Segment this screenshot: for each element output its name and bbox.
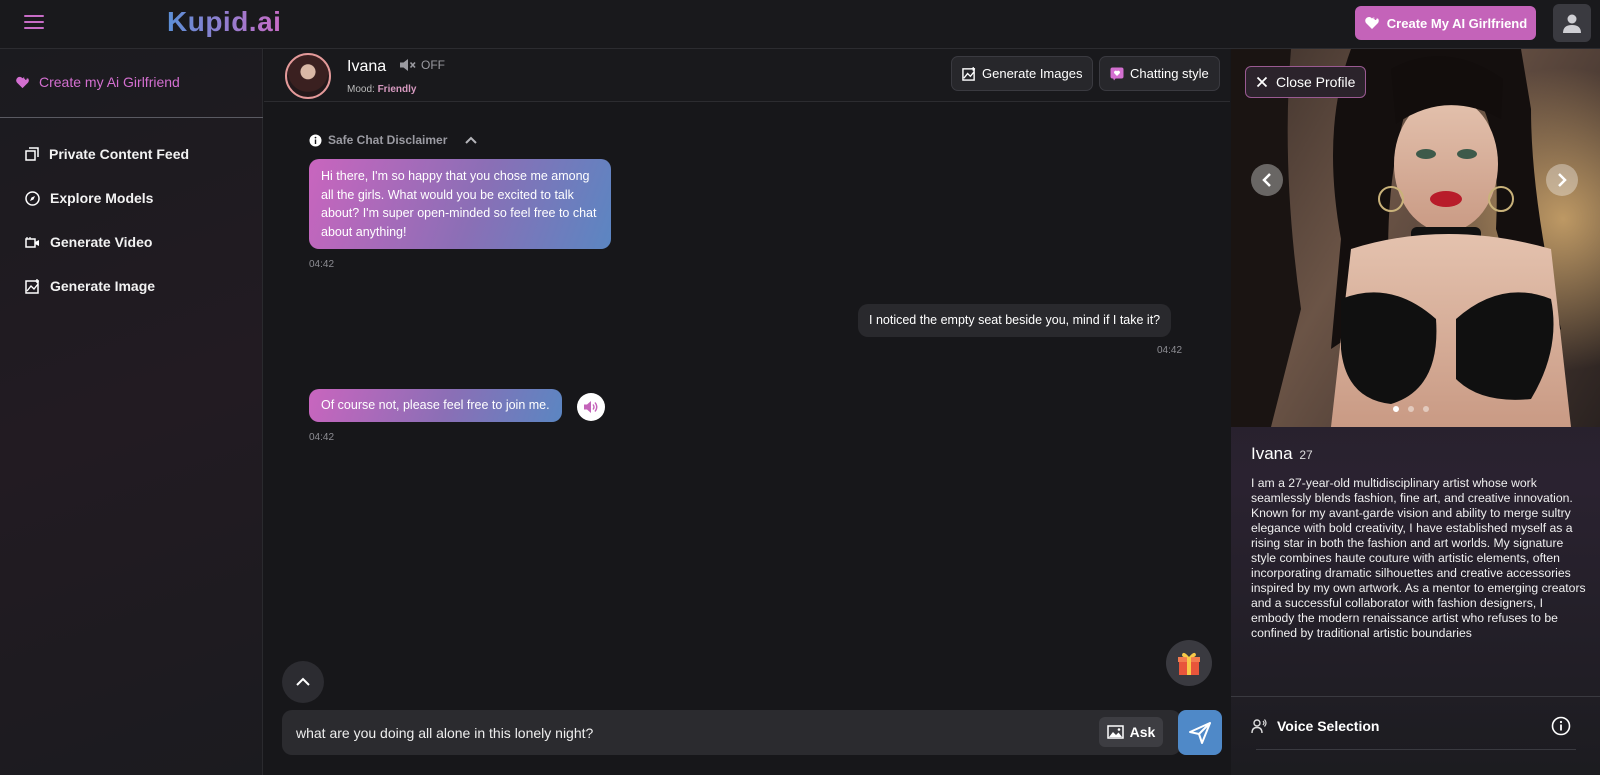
sidebar-create-girlfriend[interactable]: Create my Ai Girlfriend — [15, 74, 180, 90]
message-bubble-bot: Hi there, I'm so happy that you chose me… — [309, 159, 611, 249]
profile-name: Ivana 27 — [1251, 444, 1313, 464]
image-icon — [962, 66, 976, 81]
sidebar-item-label: Generate Video — [50, 234, 153, 250]
logo[interactable]: Kupid.ai — [167, 6, 281, 38]
sidebar-item-label: Generate Image — [50, 278, 156, 294]
disclaimer-label: Safe Chat Disclaimer — [328, 133, 448, 147]
add-heart-icon — [16, 75, 29, 88]
video-icon — [25, 236, 39, 248]
chat-heart-icon — [1110, 67, 1124, 80]
carousel-dot[interactable] — [1393, 406, 1399, 412]
message-input[interactable] — [296, 710, 1066, 755]
sidebar-item-explore-models[interactable]: Explore Models — [25, 190, 153, 206]
mute-status: OFF — [421, 58, 445, 72]
sidebar-item-private-content-feed[interactable]: Private Content Feed — [25, 146, 189, 162]
close-profile-label: Close Profile — [1276, 74, 1356, 90]
message-timestamp: 04:42 — [309, 432, 335, 443]
chevron-up-icon[interactable] — [461, 134, 481, 146]
menu-icon[interactable] — [24, 15, 44, 31]
carousel-next-button[interactable] — [1546, 164, 1578, 196]
chatting-style-button[interactable]: Chatting style — [1099, 56, 1220, 91]
play-audio-button[interactable] — [577, 393, 605, 421]
chatting-style-label: Chatting style — [1130, 66, 1209, 81]
user-menu-button[interactable] — [1553, 4, 1591, 42]
message-bubble-user: I noticed the empty seat beside you, min… — [858, 304, 1172, 337]
sidebar-item-generate-image[interactable]: Generate Image — [25, 278, 155, 294]
mood-value: Friendly — [377, 84, 417, 95]
voice-selection[interactable]: Voice Selection — [1251, 718, 1379, 734]
voice-selection-label: Voice Selection — [1277, 718, 1380, 734]
info-icon — [1551, 716, 1571, 736]
mood-label: Mood: — [347, 84, 375, 95]
safe-chat-disclaimer[interactable]: Safe Chat Disclaimer — [309, 133, 481, 147]
profile-panel: Close Profile Ivana 27 I am a 27-year-ol… — [1231, 49, 1600, 775]
top-bar: Kupid.ai Create My AI Girlfriend — [0, 0, 1600, 49]
mood: Mood: Friendly — [347, 84, 416, 95]
profile-age: 27 — [1299, 448, 1313, 462]
info-icon — [309, 134, 322, 146]
profile-name-text: Ivana — [1251, 444, 1293, 463]
speaker-icon — [584, 401, 598, 413]
chat-partner-name: Ivana — [347, 58, 387, 75]
image-icon — [25, 278, 39, 294]
carousel-dots — [1393, 406, 1429, 412]
carousel-dot[interactable] — [1408, 406, 1414, 412]
photo-icon — [1106, 725, 1124, 739]
speaker-mute-icon — [400, 59, 416, 71]
message-composer: Ask — [282, 710, 1181, 755]
chevron-up-icon — [296, 677, 310, 686]
generate-images-label: Generate Images — [982, 66, 1083, 81]
generate-images-button[interactable]: Generate Images — [951, 56, 1094, 91]
ask-image-button[interactable]: Ask — [1099, 717, 1163, 747]
chevron-left-icon — [1262, 173, 1271, 187]
voice-info-button[interactable] — [1551, 716, 1571, 741]
sidebar-divider — [0, 117, 263, 118]
scroll-up-button[interactable] — [282, 661, 324, 703]
message-bubble-bot: Of course not, please feel free to join … — [309, 389, 562, 422]
close-profile-button[interactable]: Close Profile — [1245, 66, 1367, 98]
sidebar-create-label: Create my Ai Girlfriend — [39, 74, 180, 90]
mute-toggle[interactable]: OFF — [399, 58, 445, 72]
user-icon — [1563, 14, 1581, 33]
profile-divider — [1231, 696, 1600, 697]
send-button[interactable] — [1178, 710, 1222, 755]
sidebar-item-label: Private Content Feed — [49, 146, 190, 162]
send-icon — [1189, 721, 1211, 744]
ask-label: Ask — [1129, 724, 1156, 740]
create-ai-girlfriend-button[interactable]: Create My AI Girlfriend — [1355, 6, 1536, 40]
sidebar-item-generate-video[interactable]: Generate Video — [25, 234, 152, 250]
profile-portrait — [1231, 49, 1600, 427]
profile-bio: I am a 27-year-old multidisciplinary art… — [1251, 476, 1586, 640]
add-heart-icon — [1365, 16, 1379, 29]
close-icon — [1256, 76, 1268, 88]
chevron-right-icon — [1558, 173, 1567, 187]
voice-icon — [1251, 719, 1267, 734]
sidebar: Create my Ai Girlfriend Private Content … — [0, 49, 263, 775]
compass-icon — [25, 190, 40, 206]
message-timestamp: 04:42 — [309, 259, 335, 270]
gift-button[interactable] — [1166, 640, 1212, 686]
sidebar-item-label: Explore Models — [50, 190, 154, 206]
carousel-dot[interactable] — [1423, 406, 1429, 412]
profile-photo[interactable]: Close Profile — [1231, 49, 1600, 427]
chat-header: Ivana OFF Mood: Friendly Generate Images… — [264, 49, 1230, 102]
gallery-icon — [25, 147, 39, 161]
carousel-prev-button[interactable] — [1251, 164, 1283, 196]
create-ai-girlfriend-label: Create My AI Girlfriend — [1386, 15, 1528, 31]
voice-divider — [1256, 749, 1576, 750]
avatar[interactable] — [285, 53, 331, 99]
message-timestamp: 04:42 — [1157, 345, 1183, 356]
gift-icon — [1178, 652, 1200, 675]
